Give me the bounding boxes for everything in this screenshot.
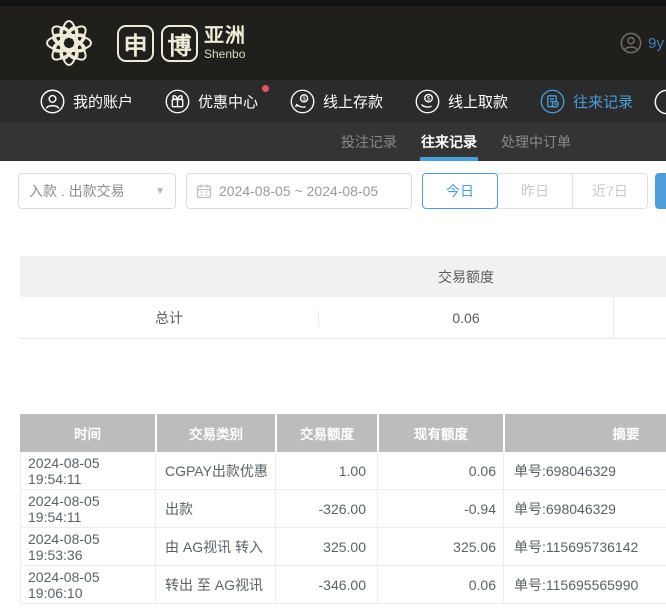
- tab-label: 处理中订单: [501, 132, 571, 152]
- today-button[interactable]: 今日: [422, 173, 498, 209]
- transactions-table: 时间 交易类别 交易额度 现有额度 摘要 2024-08-05 19:54:11…: [20, 414, 666, 604]
- nav-label: 线上取款: [448, 91, 508, 112]
- account-icon: [40, 89, 65, 114]
- deposit-icon: $: [290, 89, 315, 114]
- cell-balance: 0.06: [377, 452, 503, 489]
- search-button[interactable]: [655, 173, 666, 209]
- col-header-time: 时间: [20, 414, 155, 452]
- table-header-row: 时间 交易类别 交易额度 现有额度 摘要: [20, 414, 666, 452]
- tab-bet-records[interactable]: 投注记录: [340, 123, 398, 161]
- top-header: 申 博 亚洲 Shenbo 9y: [0, 0, 666, 80]
- logo-text: 亚洲 Shenbo: [204, 26, 246, 60]
- cell-note: 单号:698046329: [503, 452, 666, 489]
- cell-type: 出款: [155, 490, 275, 527]
- tab-label: 投注记录: [341, 132, 397, 152]
- date-range-value: 2024-08-05 ~ 2024-08-05: [219, 183, 378, 199]
- summary-total-row: 总计 0.06: [20, 297, 666, 339]
- nav-item-transaction-records[interactable]: 往来记录: [540, 89, 633, 114]
- cell-time: 2024-08-05 19:54:11: [20, 452, 155, 489]
- table-row: 2024-08-05 19:54:11 CGPAY出款优惠 1.00 0.06 …: [20, 452, 666, 490]
- cell-note: 单号:115695565990: [503, 566, 666, 603]
- cell-amount: 1.00: [275, 452, 377, 489]
- select-value: 入款 . 出款交易: [29, 181, 125, 201]
- last7days-button[interactable]: 近7日: [572, 173, 648, 209]
- brand-logo[interactable]: 申 博 亚洲 Shenbo: [36, 12, 246, 74]
- records-icon: [540, 89, 565, 114]
- withdraw-icon: $: [415, 89, 440, 114]
- page: 申 博 亚洲 Shenbo 9y 我的账户: [0, 0, 666, 608]
- nav-label: 优惠中心: [198, 91, 258, 112]
- summary-amount-header: 交易额度: [318, 267, 613, 287]
- filter-row: 入款 . 出款交易 ▼ 2024-08-05 ~ 2024-08-05 今日 昨…: [0, 161, 666, 223]
- col-header-type: 交易类别: [155, 414, 275, 452]
- summary-header-spacer: [613, 256, 666, 297]
- nav-partial-icon[interactable]: [654, 89, 666, 115]
- nav-label: 线上存款: [323, 91, 383, 112]
- tab-transaction-records[interactable]: 往来记录: [420, 123, 478, 161]
- logo-sub-label: Shenbo: [204, 48, 246, 60]
- logo-char-bo: 博: [161, 25, 198, 62]
- cell-balance: -0.94: [377, 490, 503, 527]
- cell-amount: 325.00: [275, 528, 377, 565]
- logo-region-label: 亚洲: [204, 26, 246, 46]
- col-header-amount: 交易额度: [275, 414, 377, 452]
- chevron-down-icon: ▼: [155, 186, 165, 197]
- nav-item-my-account[interactable]: 我的账户: [40, 89, 133, 114]
- cell-type: 由 AG视讯 转入: [155, 528, 275, 565]
- logo-char-shen: 申: [117, 25, 154, 62]
- notification-dot: [262, 85, 269, 92]
- col-header-balance: 现有额度: [377, 414, 503, 452]
- table-row: 2024-08-05 19:53:36 由 AG视讯 转入 325.00 325…: [20, 528, 666, 566]
- nav-label: 往来记录: [573, 91, 633, 112]
- col-header-note: 摘要: [503, 414, 666, 452]
- cell-balance: 325.06: [377, 528, 503, 565]
- calendar-icon: [196, 183, 212, 199]
- tab-label: 往来记录: [421, 132, 477, 152]
- table-row: 2024-08-05 19:06:10 转出 至 AG视讯 -346.00 0.…: [20, 566, 666, 604]
- nav-label: 我的账户: [73, 91, 133, 112]
- nav-item-withdraw[interactable]: $ 线上取款: [415, 89, 508, 114]
- transaction-type-select[interactable]: 入款 . 出款交易 ▼: [18, 173, 176, 209]
- summary-table: 交易额度 总计 0.06: [20, 256, 666, 339]
- cell-type: 转出 至 AG视讯: [155, 566, 275, 603]
- main-nav: 我的账户 优惠中心 $ 线上存款 $: [0, 80, 666, 123]
- cell-time: 2024-08-05 19:06:10: [20, 566, 155, 603]
- summary-total-value: 0.06: [318, 310, 613, 326]
- promo-icon: [165, 89, 190, 114]
- cell-amount: -346.00: [275, 566, 377, 603]
- nav-item-promotions[interactable]: 优惠中心: [165, 89, 258, 114]
- cell-time: 2024-08-05 19:54:11: [20, 490, 155, 527]
- user-area[interactable]: 9y: [620, 32, 664, 54]
- yesterday-button[interactable]: 昨日: [497, 173, 573, 209]
- cell-time: 2024-08-05 19:53:36: [20, 528, 155, 565]
- cell-note: 单号:115695736142: [503, 528, 666, 565]
- cell-amount: -326.00: [275, 490, 377, 527]
- tab-pending-orders[interactable]: 处理中订单: [500, 123, 572, 161]
- cell-balance: 0.06: [377, 566, 503, 603]
- sub-nav: 投注记录 往来记录 处理中订单: [0, 123, 666, 161]
- quick-date-buttons: 今日 昨日 近7日: [422, 173, 648, 209]
- cell-type: CGPAY出款优惠: [155, 452, 275, 489]
- date-range-input[interactable]: 2024-08-05 ~ 2024-08-05: [186, 173, 412, 209]
- summary-spacer-cell: [613, 297, 666, 338]
- summary-header-row: 交易额度: [20, 256, 666, 297]
- summary-total-label: 总计: [20, 308, 318, 328]
- cell-note: 单号:698046329: [503, 490, 666, 527]
- lotus-flower-icon: [36, 12, 102, 74]
- table-row: 2024-08-05 19:54:11 出款 -326.00 -0.94 单号:…: [20, 490, 666, 528]
- username-label[interactable]: 9y: [648, 35, 664, 52]
- user-avatar-icon: [620, 32, 642, 54]
- top-strip: [0, 0, 666, 6]
- nav-item-deposit[interactable]: $ 线上存款: [290, 89, 383, 114]
